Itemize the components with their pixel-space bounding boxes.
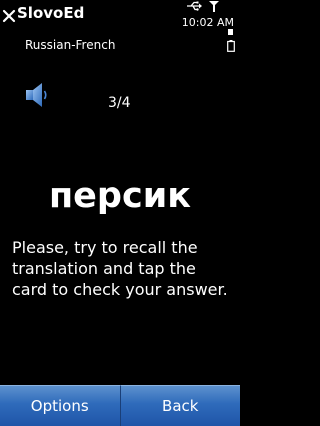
close-icon[interactable] [2,9,16,23]
usb-icon [187,1,202,11]
card-counter: 3/4 [108,95,131,111]
softkey-bar: Options Back [0,385,240,426]
options-button[interactable]: Options [0,385,120,426]
card-word[interactable]: персик [0,176,240,216]
speaker-icon[interactable] [25,82,49,108]
battery-icon [227,40,235,52]
card-instruction[interactable]: Please, try to recall the translation an… [12,237,236,300]
dictionary-name: Russian-French [25,38,116,52]
app-title: SlovoEd [17,4,85,22]
signal-level-indicator [228,29,233,35]
back-button[interactable]: Back [119,385,240,426]
status-clock: 10:02 AM [181,16,234,29]
signal-icon [209,1,219,12]
